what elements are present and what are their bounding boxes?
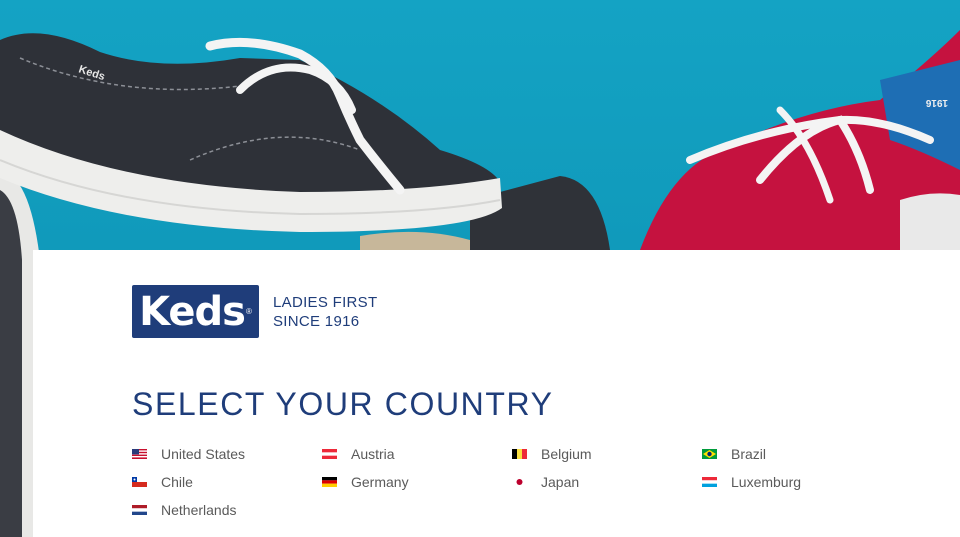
brand-header: Keds ® LADIES FIRST SINCE 1916	[132, 285, 377, 338]
country-name: Chile	[161, 474, 193, 490]
us-flag-icon	[132, 449, 147, 459]
brand-tagline: LADIES FIRST SINCE 1916	[273, 293, 377, 331]
country-name: Belgium	[541, 446, 592, 462]
logo-text: Keds	[139, 288, 246, 335]
country-link-belgium[interactable]: Belgium	[512, 445, 592, 463]
chile-flag-icon	[132, 477, 147, 487]
netherlands-flag-icon	[132, 505, 147, 515]
country-link-brazil[interactable]: Brazil	[702, 445, 766, 463]
country-link-germany[interactable]: Germany	[322, 473, 409, 491]
shoe-heel-text: 1916	[925, 97, 948, 108]
tagline-line-2: SINCE 1916	[273, 312, 360, 330]
country-name: Brazil	[731, 446, 767, 462]
country-name: Germany	[351, 474, 409, 490]
country-link-united-states[interactable]: United States	[132, 445, 245, 463]
country-link-japan[interactable]: Japan	[512, 473, 579, 491]
country-link-austria[interactable]: Austria	[322, 445, 395, 463]
belgium-flag-icon	[512, 449, 527, 459]
keds-logo[interactable]: Keds ®	[132, 285, 259, 338]
germany-flag-icon	[322, 477, 337, 487]
luxemburg-flag-icon	[702, 477, 717, 487]
country-link-luxemburg[interactable]: Luxemburg	[702, 473, 801, 491]
country-name: Japan	[541, 474, 580, 490]
country-name: Austria	[351, 446, 395, 462]
registered-mark: ®	[245, 307, 252, 316]
page-title: SELECT YOUR COUNTRY	[132, 386, 554, 422]
brazil-flag-icon	[702, 449, 717, 459]
tagline-line-1: LADIES FIRST	[273, 293, 378, 311]
country-selector-panel: Keds ® LADIES FIRST SINCE 1916 SELECT YOU…	[33, 250, 960, 537]
austria-flag-icon	[322, 449, 337, 459]
country-link-netherlands[interactable]: Netherlands	[132, 501, 237, 519]
japan-flag-icon	[512, 477, 527, 487]
country-link-chile[interactable]: Chile	[132, 473, 193, 491]
country-name: United States	[161, 446, 246, 462]
country-list: United States Austria Belgium Brazil Chi…	[132, 445, 892, 535]
country-name: Luxemburg	[731, 474, 802, 490]
country-name: Netherlands	[161, 502, 237, 518]
